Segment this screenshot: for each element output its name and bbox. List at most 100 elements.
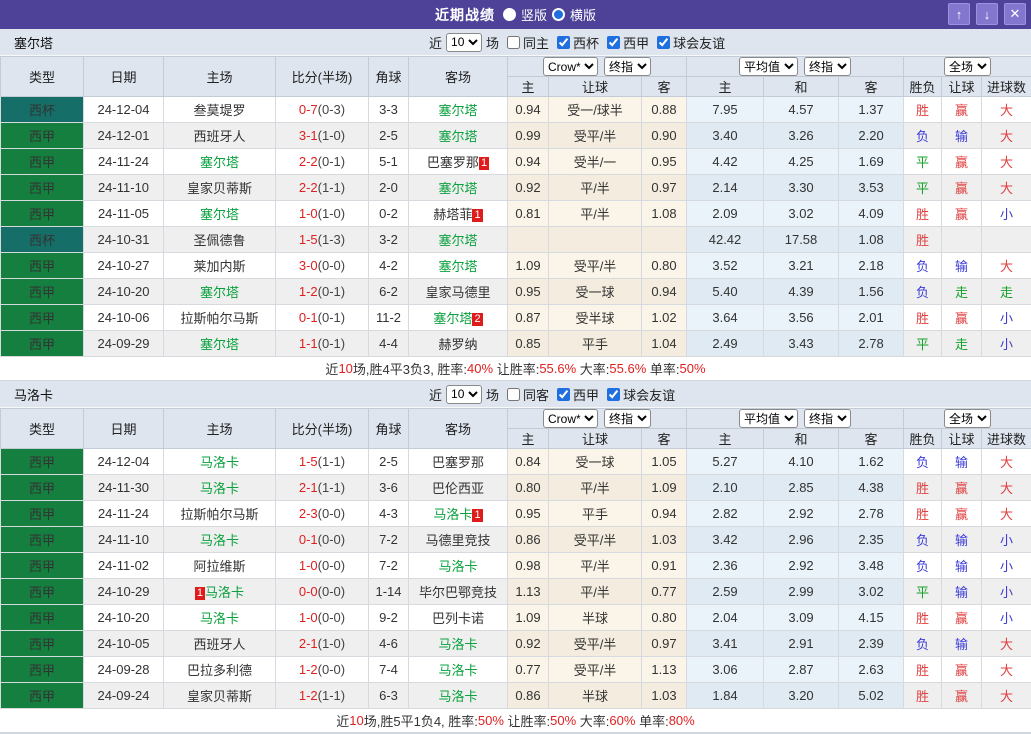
summary-row: 近 10 场,胜4平3负3, 胜率: 40% 让胜率: 55.6% 大率: 55.6% 单… — [0, 357, 1031, 381]
match-count-select[interactable]: 10 — [446, 384, 483, 404]
halftime-score: (0-3) — [317, 102, 346, 117]
match-scope-select[interactable]: 全场 — [944, 57, 992, 76]
odds-source-select[interactable]: Crow* — [543, 409, 598, 428]
away-team-name: 皇家马德里 — [425, 285, 491, 300]
match-date: 24-12-04 — [83, 448, 164, 475]
avg-away-odds: 4.09 — [838, 200, 905, 227]
column-subheader: 进球数 — [981, 428, 1031, 449]
home-odds: 0.84 — [507, 448, 549, 475]
avg-away-odds: 1.56 — [838, 278, 905, 305]
avg-home-odds: 2.04 — [686, 604, 765, 631]
same-venue-checkbox[interactable] — [507, 387, 521, 401]
move-up-button[interactable]: ↑ — [948, 3, 970, 25]
column-subheader: 和 — [763, 428, 840, 449]
odds-time-select[interactable]: 终指 — [604, 409, 651, 428]
odds-time-select[interactable]: 终指 — [604, 57, 651, 76]
result-goals: 小 — [981, 526, 1031, 553]
result-goals: 小 — [981, 330, 1031, 357]
avg-draw-odds: 3.56 — [763, 304, 840, 331]
handicap: 受平/半 — [548, 252, 642, 279]
home-team-name: 圣佩德鲁 — [193, 233, 246, 248]
fulltime-score: 1-5 — [298, 232, 318, 247]
home-team: 塞尔塔 — [163, 200, 276, 227]
result-goals: 大 — [981, 474, 1031, 501]
league-filter-checkbox[interactable] — [607, 387, 621, 401]
match-type-badge: 西甲 — [0, 278, 84, 305]
summary-segment: 50% — [477, 713, 504, 728]
handicap: 受半球 — [548, 304, 642, 331]
fulltime-score: 2-1 — [298, 480, 318, 495]
average-time-select[interactable]: 终指 — [804, 57, 852, 76]
corner-count: 2-5 — [368, 122, 409, 149]
halftime-score: (1-1) — [317, 454, 346, 469]
average-odds-select[interactable]: 平均值 — [739, 57, 799, 76]
home-team: 拉斯帕尔马斯 — [163, 304, 276, 331]
match-type-badge: 西杯 — [0, 96, 84, 123]
average-time-select[interactable]: 终指 — [804, 409, 852, 428]
avg-draw-odds: 4.25 — [763, 148, 840, 175]
avg-home-odds: 42.42 — [686, 226, 765, 253]
vertical-layout-radio[interactable] — [502, 8, 516, 21]
league-filter-checkbox[interactable] — [657, 35, 671, 49]
fulltime-score: 1-2 — [298, 662, 318, 677]
league-filter-checkbox[interactable] — [557, 387, 571, 401]
home-team: 圣佩德鲁 — [163, 226, 276, 253]
halftime-score: (0-1) — [317, 336, 346, 351]
table-row: 西甲 24-09-29 塞尔塔 1-1(0-1) 4-4 赫罗纳 0.85 平手 1.04 2.4… — [0, 330, 1031, 357]
halftime-score: (1-0) — [317, 128, 346, 143]
league-filter-checkbox[interactable] — [607, 35, 621, 49]
fulltime-score: 2-1 — [298, 636, 318, 651]
league-filter-checkbox[interactable] — [557, 35, 571, 49]
home-odds: 0.85 — [507, 330, 549, 357]
match-type-badge: 西甲 — [0, 148, 84, 175]
handicap: 受平/半 — [548, 656, 642, 683]
average-odds-select[interactable]: 平均值 — [739, 409, 799, 428]
match-score: 1-0(0-0) — [275, 604, 369, 631]
odds-source-select[interactable]: Crow* — [543, 57, 598, 76]
avg-draw-odds: 2.87 — [763, 656, 840, 683]
same-venue-checkbox[interactable] — [507, 35, 521, 49]
match-type-badge: 西甲 — [0, 604, 84, 631]
column-header: 日期 — [83, 408, 164, 449]
column-subheader: 主 — [686, 76, 765, 97]
horizontal-layout-radio[interactable] — [552, 8, 565, 21]
column-subheader: 客 — [640, 76, 688, 97]
match-filters: 近 10 场 同客 西甲 球会友谊 — [427, 381, 677, 407]
handicap: 受平/半 — [548, 122, 642, 149]
table-row: 西甲 24-10-20 塞尔塔 1-2(0-1) 6-2 皇家马德里 0.95 受一球 0.94… — [0, 278, 1031, 305]
avg-away-odds: 3.48 — [838, 552, 905, 579]
close-button[interactable]: ✕ — [1004, 3, 1026, 25]
match-count-select[interactable]: 10 — [446, 32, 483, 52]
away-team-name: 马洛卡 — [438, 637, 478, 652]
away-odds: 0.97 — [640, 630, 688, 657]
table-row: 西甲 24-12-01 西班牙人 3-1(1-0) 2-5 塞尔塔 0.99 受平/半 0.90… — [0, 122, 1031, 149]
handicap: 平/半 — [548, 552, 642, 579]
halftime-score: (0-0) — [317, 610, 346, 625]
move-down-button[interactable]: ↓ — [976, 3, 998, 25]
result-outcome: 胜 — [903, 304, 943, 331]
summary-segment: 50% — [679, 361, 706, 376]
result-outcome: 平 — [903, 578, 943, 605]
result-handicap: 赢 — [941, 682, 983, 709]
halftime-score: (1-1) — [317, 180, 346, 195]
red-card-badge: 1 — [472, 209, 483, 222]
home-odds: 0.87 — [507, 304, 549, 331]
away-odds: 0.80 — [640, 604, 688, 631]
column-subheader: 主 — [507, 76, 549, 97]
match-scope-select[interactable]: 全场 — [944, 409, 992, 428]
vertical-layout-label: 竖版 — [520, 8, 547, 23]
corner-count: 7-2 — [368, 526, 409, 553]
halftime-score: (0-0) — [317, 558, 346, 573]
home-team: 阿拉维斯 — [163, 552, 276, 579]
away-team: 塞尔塔 — [408, 122, 508, 149]
column-header: 类型 — [0, 56, 84, 97]
away-team: 塞尔塔 2 — [408, 304, 508, 331]
column-subheader: 让球 — [941, 76, 983, 97]
match-date: 24-09-28 — [83, 656, 164, 683]
avg-draw-odds: 4.10 — [763, 448, 840, 475]
home-odds: 0.81 — [507, 200, 549, 227]
summary-segment: 大率: — [576, 714, 610, 729]
avg-away-odds: 4.15 — [838, 604, 905, 631]
result-handicap: 走 — [941, 278, 983, 305]
avg-away-odds: 2.39 — [838, 630, 905, 657]
